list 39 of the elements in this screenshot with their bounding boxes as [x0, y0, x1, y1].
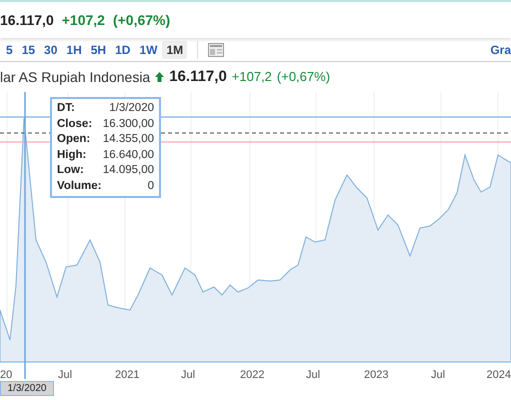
axis-label: 2024	[486, 368, 511, 383]
axis-label: Jul	[306, 368, 320, 383]
layout-icon[interactable]	[208, 42, 224, 56]
tooltip-value: 1/3/2020	[108, 101, 154, 116]
tooltip-value: 14.355,00	[102, 132, 154, 147]
tooltip-label: Volume:	[57, 178, 102, 194]
interval-tab[interactable]: 15	[18, 40, 40, 58]
price-change-percent: (+0,67%)	[112, 10, 170, 30]
interval-tab[interactable]: 1W	[135, 40, 162, 58]
price-value: 16.117,0	[169, 66, 227, 87]
interval-tab[interactable]: 30	[40, 40, 62, 58]
interval-tab[interactable]: 1H	[62, 40, 86, 58]
interval-tab[interactable]: 5H	[86, 40, 110, 58]
tooltip-value: 16.300,00	[102, 116, 154, 132]
axis-label: Jul	[58, 368, 72, 383]
tooltip-value: 14.095,00	[102, 163, 154, 178]
axis-label: 20	[0, 368, 12, 383]
axis-label: Jul	[431, 368, 446, 383]
tooltip-label: Open:	[57, 132, 92, 147]
interval-tab[interactable]: 5	[2, 40, 17, 58]
tooltip-value: 16.640,00	[102, 148, 154, 162]
chart-link[interactable]: Gra	[490, 40, 511, 58]
axis-label: 2022	[240, 368, 264, 383]
price-change: +107,2	[232, 68, 272, 86]
tooltip-label: Close:	[57, 116, 94, 132]
interval-tab[interactable]: 1D	[111, 40, 134, 58]
interval-tab[interactable]: 1M	[162, 40, 188, 58]
tooltip-label: High:	[57, 148, 88, 162]
tooltip-label: DT:	[57, 101, 76, 116]
tooltip-label: Low:	[57, 163, 85, 178]
axis-label: Jul	[181, 368, 196, 383]
crosshair-date-label: 1/3/2020	[0, 381, 54, 396]
price-value: 16.117,0	[0, 10, 54, 30]
instrument-name: lar AS Rupiah Indonesia	[0, 68, 150, 87]
price-change: +107,2	[62, 10, 105, 30]
tooltip-value: 0	[146, 178, 154, 194]
axis-label: 2021	[115, 368, 140, 383]
axis-label: 2023	[364, 368, 388, 383]
price-change-percent: (+0,67%)	[276, 68, 330, 86]
